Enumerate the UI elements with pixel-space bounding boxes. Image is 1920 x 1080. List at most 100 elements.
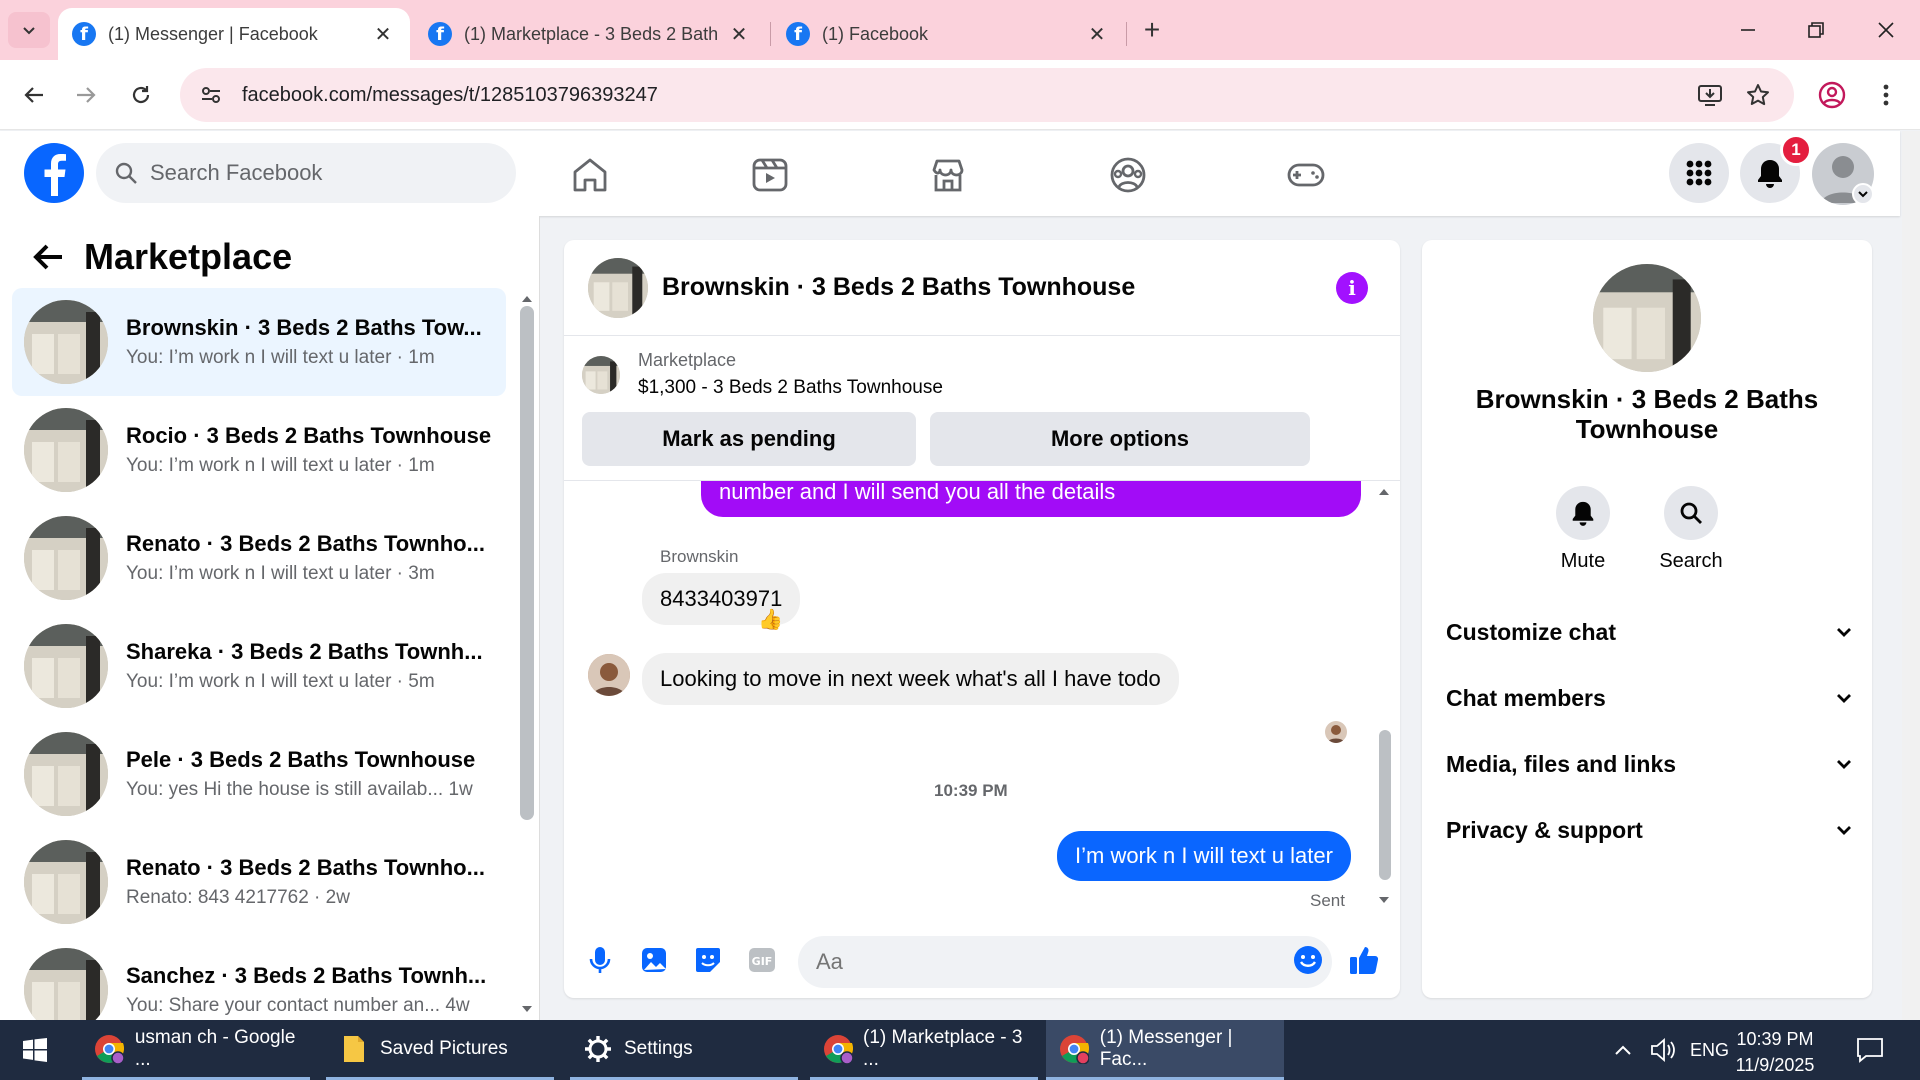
profile-button[interactable]: [1812, 75, 1852, 115]
browser-menu-button[interactable]: [1866, 75, 1906, 115]
volume-button[interactable]: [1650, 1020, 1676, 1080]
taskbar-chrome-messenger[interactable]: (1) Messenger | Fac...: [1046, 1020, 1284, 1080]
scroll-up-arrow-icon[interactable]: [1377, 487, 1391, 497]
taskbar-label: (1) Messenger | Fac...: [1099, 1026, 1233, 1070]
url-text[interactable]: facebook.com/messages/t/1285103796393247: [242, 84, 658, 107]
close-tab-icon[interactable]: ✕: [370, 21, 396, 47]
svg-text:GIF: GIF: [752, 955, 773, 968]
tab-search-button[interactable]: [8, 12, 50, 48]
gif-button[interactable]: GIF: [744, 942, 780, 978]
privacy-support-row[interactable]: Privacy & support: [1446, 804, 1852, 856]
chat-avatar[interactable]: [588, 257, 648, 318]
thumbs-up-icon: [1350, 947, 1379, 974]
message-input[interactable]: [798, 936, 1332, 988]
sidebar-scrollbar[interactable]: [520, 306, 534, 820]
facebook-logo[interactable]: [24, 143, 84, 203]
section-label: Privacy & support: [1446, 816, 1643, 843]
input-language[interactable]: ENG: [1690, 1020, 1729, 1080]
tab-separator: [770, 22, 771, 46]
list-item[interactable]: Renato · 3 Beds 2 Baths Townho... Renato:…: [12, 828, 506, 936]
tab-messenger[interactable]: f (1) Messenger | Facebook ✕: [58, 8, 410, 60]
received-message-bubble[interactable]: Looking to move in next week what's all …: [642, 653, 1179, 705]
new-tab-button[interactable]: +: [1136, 14, 1168, 46]
tab-marketplace[interactable]: f (1) Marketplace - 3 Beds 2 Bath ✕: [414, 8, 766, 60]
nav-gaming[interactable]: [1284, 153, 1328, 197]
bookmark-button[interactable]: [1738, 75, 1778, 115]
read-receipt-avatar: [1325, 721, 1347, 743]
chevron-down-icon: [1837, 826, 1851, 835]
groups-icon: [1110, 157, 1146, 193]
nav-groups[interactable]: [1106, 153, 1150, 197]
list-item[interactable]: Sanchez · 3 Beds 2 Baths Townh... You: Sh…: [12, 936, 506, 1020]
sender-avatar[interactable]: [588, 654, 630, 696]
taskbar-chrome-usman[interactable]: usman ch - Google ...: [82, 1020, 310, 1080]
facebook-search[interactable]: Search Facebook: [96, 143, 516, 203]
search-conversation-button[interactable]: Search: [1646, 486, 1736, 573]
mark-as-pending-button[interactable]: Mark as pending: [582, 412, 916, 466]
restore-button[interactable]: [1792, 10, 1840, 50]
scroll-up-arrow-icon[interactable]: [520, 294, 534, 304]
site-info-icon[interactable]: [194, 78, 228, 112]
back-button[interactable]: [14, 75, 54, 115]
emoji-button[interactable]: [1290, 942, 1326, 978]
nav-home[interactable]: [568, 153, 612, 197]
close-window-button[interactable]: [1862, 10, 1910, 50]
customize-chat-row[interactable]: Customize chat: [1446, 606, 1852, 658]
chat-title[interactable]: Brownskin · 3 Beds 2 Baths Townhouse: [662, 273, 1135, 302]
voice-clip-button[interactable]: [582, 942, 618, 978]
grid-menu-icon: [1686, 160, 1712, 186]
close-tab-icon[interactable]: ✕: [726, 21, 752, 47]
arrow-left-icon: [33, 244, 62, 270]
forward-button[interactable]: [66, 75, 106, 115]
nav-marketplace[interactable]: [926, 153, 970, 197]
scroll-down-arrow-icon[interactable]: [520, 1004, 534, 1014]
attach-photo-button[interactable]: [636, 942, 672, 978]
taskbar-chrome-marketplace[interactable]: (1) Marketplace - 3 ...: [810, 1020, 1038, 1080]
message-status: Sent: [1310, 891, 1345, 910]
show-hidden-icons-button[interactable]: [1614, 1020, 1632, 1080]
listing-banner[interactable]: Marketplace $1,300 - 3 Beds 2 Baths Town…: [582, 350, 943, 399]
listing-thumbnail: [24, 408, 108, 492]
listing-thumbnail: [24, 948, 108, 1020]
menu-button[interactable]: [1669, 143, 1729, 203]
sent-message-bubble[interactable]: I’m work n I will text u later: [1057, 831, 1351, 881]
notification-center-button[interactable]: [1856, 1020, 1884, 1080]
address-bar[interactable]: facebook.com/messages/t/1285103796393247: [180, 68, 1794, 122]
more-options-button[interactable]: More options: [930, 412, 1310, 466]
system-clock[interactable]: 10:39 PM 11/9/2025: [1730, 1026, 1820, 1078]
sticker-button[interactable]: [690, 942, 726, 978]
install-app-button[interactable]: [1690, 75, 1730, 115]
send-like-button[interactable]: [1346, 942, 1382, 978]
chat-scrollbar[interactable]: [1379, 730, 1391, 880]
reload-button[interactable]: [121, 75, 161, 115]
details-avatar[interactable]: [1593, 264, 1701, 372]
list-item[interactable]: Shareka · 3 Beds 2 Baths Townh... You: I’…: [12, 612, 506, 720]
close-tab-icon[interactable]: ✕: [1084, 21, 1110, 47]
account-chevron[interactable]: [1852, 183, 1874, 205]
page-scrollbar[interactable]: [1902, 131, 1920, 1020]
mute-button[interactable]: Mute: [1538, 486, 1628, 573]
thumbs-up-reaction-icon[interactable]: 👍: [758, 607, 783, 631]
taskbar-saved-pictures[interactable]: Saved Pictures: [326, 1020, 554, 1080]
info-icon[interactable]: i: [1336, 272, 1368, 304]
media-files-links-row[interactable]: Media, files and links: [1446, 738, 1852, 790]
list-item[interactable]: Renato · 3 Beds 2 Baths Townho... You: I’…: [12, 504, 506, 612]
minimize-button[interactable]: [1724, 10, 1772, 50]
taskbar-settings[interactable]: Settings: [570, 1020, 798, 1080]
star-icon: [1747, 84, 1769, 106]
back-button[interactable]: [28, 237, 68, 277]
scroll-down-arrow-icon[interactable]: [1377, 895, 1391, 905]
list-item[interactable]: Pele · 3 Beds 2 Baths Townhouse You: yes …: [12, 720, 506, 828]
taskbar-label: Saved Pictures: [380, 1037, 508, 1059]
chevron-up-icon: [1615, 1045, 1631, 1055]
conversation-sidebar: Marketplace Brownskin · 3 Beds 2 Baths T…: [0, 216, 540, 1020]
list-item[interactable]: Rocio · 3 Beds 2 Baths Townhouse You: I’m…: [12, 396, 506, 504]
list-item[interactable]: Brownskin · 3 Beds 2 Baths Tow... You: I’…: [12, 288, 506, 396]
restore-icon: [1808, 22, 1824, 38]
start-button[interactable]: [10, 1020, 66, 1080]
sent-message-bubble[interactable]: number and I will send you all the detai…: [701, 481, 1361, 517]
chevron-down-icon: [23, 27, 35, 35]
nav-video[interactable]: [748, 153, 792, 197]
tab-facebook[interactable]: f (1) Facebook ✕: [772, 8, 1124, 60]
chat-members-row[interactable]: Chat members: [1446, 672, 1852, 724]
